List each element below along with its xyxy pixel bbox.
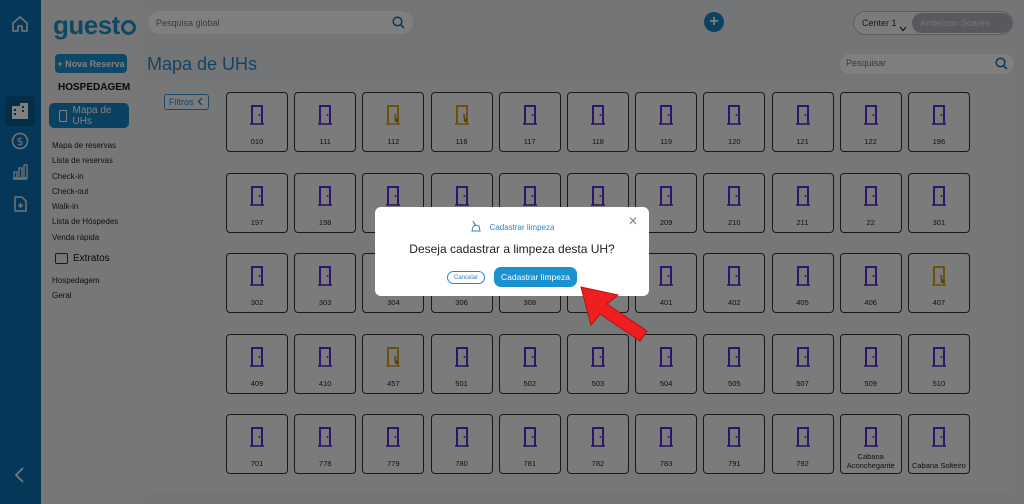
confirm-cleaning-button[interactable]: Cadastrar limpeza xyxy=(494,267,577,287)
dialog-question: Deseja cadastrar a limpeza desta UH? xyxy=(409,242,615,256)
dialog-header: Cadastrar limpeza xyxy=(375,220,649,234)
dialog-title: Cadastrar limpeza xyxy=(489,222,555,232)
cancel-button[interactable]: Cancelar xyxy=(447,271,485,284)
broom-icon xyxy=(470,220,482,234)
close-icon[interactable]: ✕ xyxy=(628,214,638,228)
red-arrow-annotation xyxy=(580,286,648,342)
